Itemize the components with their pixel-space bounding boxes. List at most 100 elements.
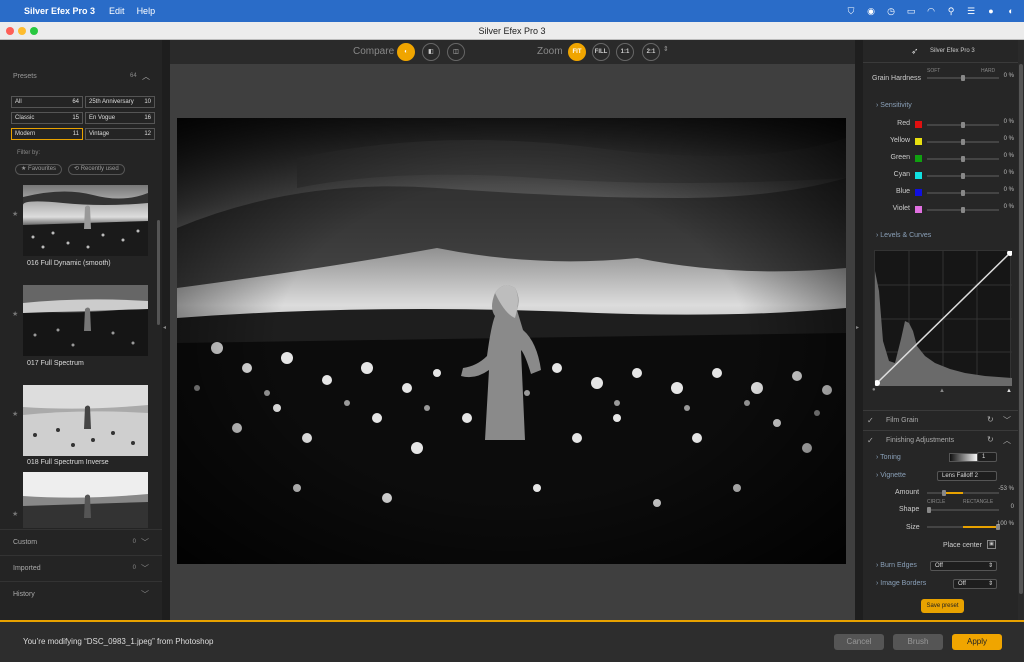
bottom-bar: You’re modifying “DSC_0983_1.jpeg” from … [0, 620, 1024, 662]
film-grain-enable-checkbox[interactable]: ✓ [867, 416, 874, 425]
sensitivity-header[interactable]: › Sensitivity [876, 102, 912, 109]
filter-favourites[interactable]: ★ Favourites [15, 164, 63, 175]
amount-slider[interactable] [927, 490, 999, 496]
image-borders-dropdown[interactable]: Off ⇕ [953, 579, 997, 589]
minimize-window-button[interactable] [18, 27, 26, 35]
preset-category-classic[interactable]: Classic 15 [11, 112, 83, 124]
right-panel-divider[interactable]: ▸ [855, 40, 863, 620]
preset-thumbnail[interactable] [23, 385, 148, 456]
siri-icon[interactable]: ◐ [1006, 6, 1016, 16]
chevron-down-icon[interactable]: ﹀ [1003, 415, 1011, 426]
clock-icon[interactable]: ◷ [886, 6, 896, 16]
zoom-1-1-button[interactable]: 1:1 [616, 43, 634, 61]
sensitivity-slider[interactable] [927, 122, 999, 128]
sensitivity-slider[interactable] [927, 207, 999, 213]
film-grain-header[interactable]: Film Grain [886, 417, 918, 424]
color-swatch [915, 189, 922, 196]
section-custom[interactable]: Custom 0 ﹀ [0, 529, 162, 555]
zoom-2-1-button[interactable]: 2:1 [642, 43, 660, 61]
grain-hardness-slider[interactable] [927, 75, 999, 81]
mid-point-handle[interactable]: ▲ [939, 388, 945, 394]
camera-icon[interactable]: ◉ [866, 6, 876, 16]
control-center-icon[interactable]: ☰ [966, 6, 976, 16]
vignette-header[interactable]: › Vignette [876, 472, 906, 479]
zoom-stepper-icon[interactable]: ⇕ [663, 45, 669, 53]
preset-category-all[interactable]: All 64 [11, 96, 83, 108]
preview-image[interactable] [177, 118, 846, 564]
menu-help[interactable]: Help [137, 6, 156, 16]
finishing-header[interactable]: Finishing Adjustments [886, 437, 954, 444]
sensitivity-slider[interactable] [927, 156, 999, 162]
image-borders-header[interactable]: › Image Borders [876, 580, 926, 587]
favourite-star-icon[interactable]: ★ [12, 510, 18, 518]
color-swatch [915, 172, 922, 179]
compare-split-button[interactable]: ◧ [422, 43, 440, 61]
menu-edit[interactable]: Edit [109, 6, 125, 16]
preset-thumbnail[interactable] [23, 185, 148, 256]
zoom-fill-button[interactable]: FILL [592, 43, 610, 61]
preset-name[interactable]: 018 Full Spectrum Inverse [27, 459, 109, 466]
reset-icon[interactable]: ↻ [987, 415, 994, 424]
shield-icon[interactable]: ⛉ [846, 6, 856, 16]
brush-button[interactable]: Brush [893, 634, 943, 650]
zoom-fit-button[interactable]: FIT [568, 43, 586, 61]
close-window-button[interactable] [6, 27, 14, 35]
preset-category-25th-anniversary[interactable]: 25th Anniversary 10 [85, 96, 155, 108]
preset-name[interactable]: 017 Full Spectrum [27, 360, 84, 367]
toning-header[interactable]: › Toning [876, 454, 901, 461]
sensitivity-slider[interactable] [927, 190, 999, 196]
preset-thumbnail[interactable] [23, 285, 148, 356]
favourite-star-icon[interactable]: ★ [12, 210, 18, 218]
grain-hardness-value: 0 % [1003, 73, 1014, 79]
white-point-handle[interactable]: ▲ [1006, 388, 1012, 394]
preset-category-vintage[interactable]: Vintage 12 [85, 128, 155, 140]
section-imported[interactable]: Imported 0 ﹀ [0, 555, 162, 581]
burn-edges-header[interactable]: › Burn Edges [876, 562, 917, 569]
sensitivity-slider[interactable] [927, 173, 999, 179]
section-history[interactable]: History ﹀ [0, 581, 162, 607]
levels-curves-graph[interactable] [874, 250, 1013, 386]
left-panel-divider[interactable]: ◂ [162, 40, 170, 620]
menu-app-name[interactable]: Silver Efex Pro 3 [24, 6, 95, 16]
preset-thumbnail[interactable] [23, 472, 148, 528]
place-center-button[interactable]: ▣ [987, 540, 996, 549]
save-preset-button[interactable]: Save preset [921, 599, 964, 613]
reset-icon[interactable]: ↻ [987, 435, 994, 444]
preset-list-scrollbar[interactable] [157, 220, 160, 325]
wifi-icon[interactable]: ◠ [926, 6, 936, 16]
preset-category-en-vogue[interactable]: En Vogue 16 [85, 112, 155, 124]
cancel-button[interactable]: Cancel [834, 634, 884, 650]
levels-curves-header[interactable]: › Levels & Curves [876, 232, 931, 239]
burn-edges-dropdown[interactable]: Off ⇕ [930, 561, 997, 571]
compare-side-by-side-button[interactable]: ◫ [447, 43, 465, 61]
preset-name[interactable]: 016 Full Dynamic (smooth) [27, 260, 111, 267]
filter-recently-used[interactable]: ⟲ Recently used [68, 164, 125, 175]
sensitivity-label: Red [897, 120, 910, 127]
zoom-window-button[interactable] [30, 27, 38, 35]
black-point-handle[interactable]: ● [872, 387, 876, 393]
size-slider[interactable] [927, 524, 1000, 530]
toning-dropdown[interactable]: 1 [977, 452, 997, 462]
finishing-enable-checkbox[interactable]: ✓ [867, 436, 874, 445]
apply-button[interactable]: Apply [952, 634, 1002, 650]
chevron-up-icon[interactable]: ︿ [1003, 435, 1011, 446]
toning-swatch[interactable] [949, 453, 979, 462]
sensitivity-value: 0 % [1003, 119, 1014, 125]
logo-icon: ➶ [911, 46, 919, 56]
chevron-up-icon[interactable]: ︿ [142, 71, 150, 82]
preset-category-modern[interactable]: Modern 11 [11, 128, 83, 140]
user-icon[interactable]: ● [986, 6, 996, 16]
right-panel-scrollbar[interactable] [1018, 40, 1024, 620]
vignette-preset-dropdown[interactable]: Lens Falloff 2 [937, 471, 997, 481]
presets-header[interactable]: Presets [13, 73, 37, 80]
favourite-star-icon[interactable]: ★ [12, 310, 18, 318]
favourite-star-icon[interactable]: ★ [12, 410, 18, 418]
compare-label: Compare [353, 46, 395, 57]
compare-toggle-button[interactable]: ◐ [397, 43, 415, 61]
grain-hardness-label: Grain Hardness [872, 75, 922, 82]
battery-icon[interactable]: ▭ [906, 6, 916, 16]
sensitivity-slider[interactable] [927, 139, 999, 145]
color-swatch [915, 155, 922, 162]
search-icon[interactable]: ⚲ [946, 6, 956, 16]
shape-slider[interactable] [927, 507, 999, 513]
